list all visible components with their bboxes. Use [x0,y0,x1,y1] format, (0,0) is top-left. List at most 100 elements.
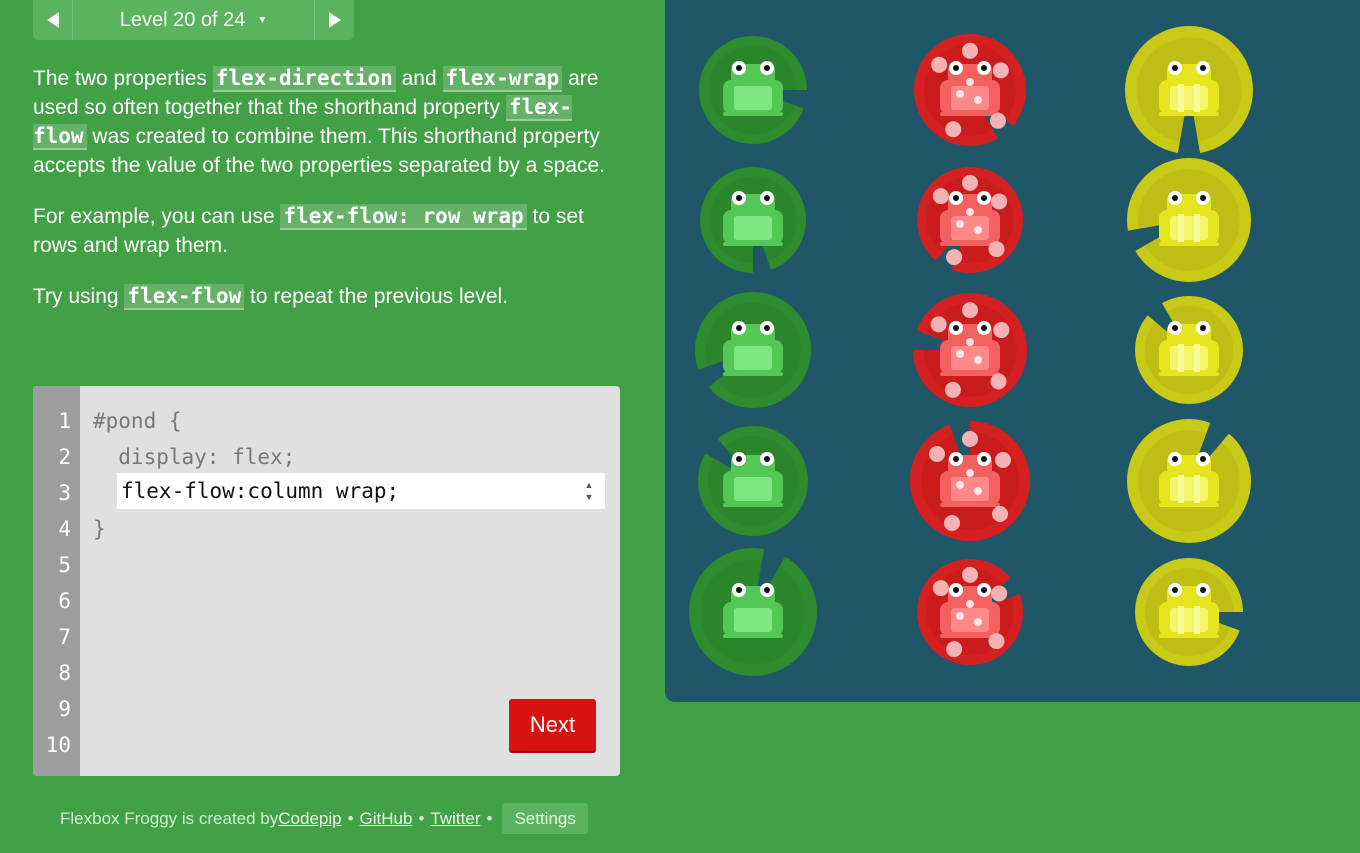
line-number: 7 [58,625,71,649]
red-frog-3 [909,293,1027,407]
spot [966,469,974,477]
stripe [1194,84,1200,112]
footer: Flexbox Froggy is created by Codepip • G… [60,803,588,834]
spot [990,373,1007,390]
spot [956,612,964,620]
css-input[interactable] [117,473,577,509]
stripe [1178,84,1184,112]
stripe [1194,475,1200,503]
stripe [1178,606,1184,634]
spinner-down-icon: ▼ [584,492,594,502]
instructions: The two properties flex-direction and fl… [33,64,613,333]
spot [988,241,1005,258]
spot [944,381,961,398]
spot [990,112,1006,129]
spot [974,487,982,495]
spot [945,121,962,138]
spot [966,338,974,346]
next-level-button[interactable] [314,0,354,40]
spot [966,78,974,86]
line-number: 2 [58,445,71,469]
footer-bullet: • [347,808,354,828]
spot [930,316,947,333]
instructions-paragraph-3: Try using flex-flow to repeat the previo… [33,284,509,310]
spot [974,356,982,364]
pond [665,0,1360,702]
settings-button[interactable]: Settings [502,803,588,834]
spinner-up-icon: ▲ [584,480,594,490]
spot [966,208,974,216]
previous-level-button[interactable] [33,0,73,40]
spot [956,220,964,228]
code-line-2: display: flex; [93,445,296,469]
level-navigation: Level 20 of 24 ▼ [33,0,354,40]
footer-credit: Flexbox Froggy is created by [60,808,279,828]
code-flex-flow-hint[interactable]: flex-flow [124,284,245,310]
yellow-frog-1 [1125,26,1253,157]
spot [932,188,949,205]
line-number: 1 [58,409,71,433]
spot [995,452,1011,468]
red-frog-4 [910,417,1030,541]
green-frog-4 [698,426,808,536]
spot [993,322,1010,339]
code-line-4: } [93,517,106,541]
spot [962,174,978,191]
triangle-right-icon [328,12,341,28]
green-frog-3 [694,292,811,408]
spot [962,302,978,319]
triangle-left-icon [46,12,59,28]
code-flex-flow-row-wrap[interactable]: flex-flow: row wrap [280,204,527,230]
yellow-frog-3 [1135,296,1243,404]
code-flex-wrap[interactable]: flex-wrap [442,66,563,92]
spot [956,350,964,358]
line-number: 5 [58,553,71,577]
codepip-link[interactable]: Codepip [278,809,341,829]
spot [988,633,1005,650]
green-frog-1 [699,36,811,144]
stripe [1194,214,1200,242]
spot [974,96,982,104]
code-flex-direction[interactable]: flex-direction [212,66,396,92]
spot [946,641,963,658]
spot [956,481,964,489]
line-number: 10 [45,733,71,757]
spot [962,566,978,583]
instructions-paragraph-1: The two properties flex-direction and fl… [33,66,606,177]
line-number: 4 [58,517,71,541]
github-link[interactable]: GitHub [360,809,413,829]
spot [966,600,974,608]
next-button[interactable]: Next [509,699,596,751]
stripe [1194,606,1200,634]
level-text: Level 20 of 24 [119,8,246,31]
line-number: 6 [58,589,71,613]
red-frog-1 [914,34,1026,146]
spot [946,249,963,266]
spot [944,515,960,531]
line-number: 8 [58,661,71,685]
yellow-frog-5 [1135,558,1247,666]
stripe [1178,344,1184,372]
code-line-1: #pond { [93,409,182,433]
yellow-frog-2 [1123,158,1251,282]
footer-bullet: • [418,808,425,828]
spot [992,62,1009,79]
stripe [1178,214,1184,242]
spot [956,90,964,98]
spot [932,580,949,597]
spot [931,56,948,73]
stripe [1194,344,1200,372]
line-numbers: 1 2 3 4 5 6 7 8 9 10 [33,386,80,776]
footer-bullet: • [486,808,493,828]
spot [929,446,945,462]
spot [991,585,1008,602]
twitter-link[interactable]: Twitter [430,809,480,829]
stripe [1178,475,1184,503]
spot [974,226,982,234]
input-spinner[interactable]: ▲ ▼ [577,473,601,509]
pond-canvas [689,26,1253,676]
spot [974,618,982,626]
level-dropdown[interactable]: Level 20 of 24 ▼ [73,0,314,40]
spot [992,506,1008,522]
line-number: 9 [58,697,71,721]
